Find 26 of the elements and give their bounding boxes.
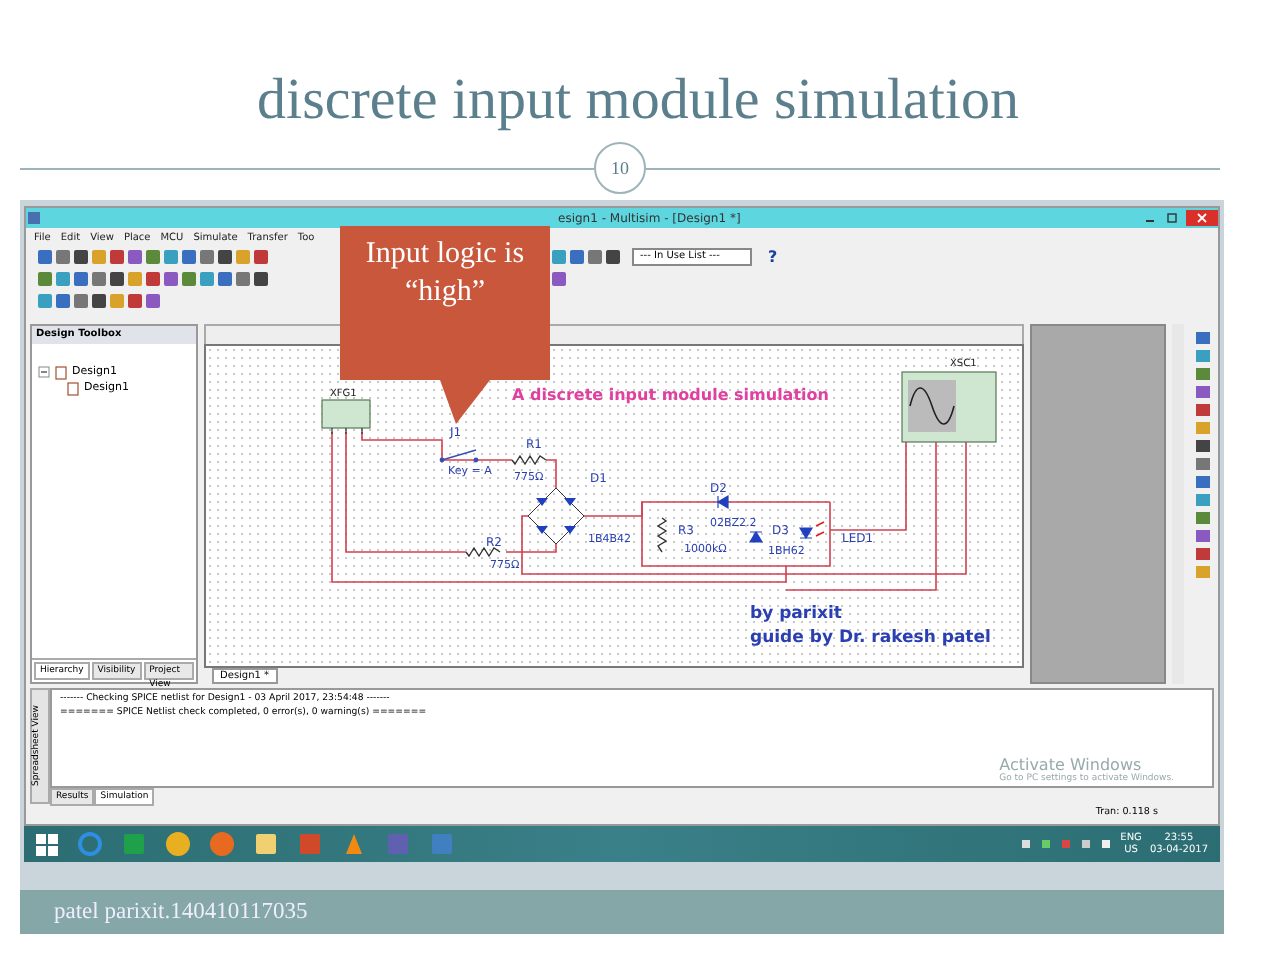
slide-footer: patel parixit.140410117035 xyxy=(20,890,1224,934)
credit-text: guide by Dr. rakesh patel xyxy=(750,628,991,648)
close-icon[interactable] xyxy=(1186,210,1218,226)
callout-text: Input logic is “high” xyxy=(363,236,527,312)
diode-symbol xyxy=(717,495,729,510)
page-number: 10 xyxy=(594,142,646,194)
activation-title: Activate Windows xyxy=(999,756,1142,774)
switch-symbol xyxy=(439,449,479,463)
credit-text: by parixit xyxy=(750,604,842,624)
bridge-rectifier-symbol xyxy=(527,487,585,545)
help-button[interactable]: ? xyxy=(768,248,778,266)
resistor-symbol xyxy=(656,517,668,553)
slide-title: discrete input module simulation xyxy=(255,66,1021,136)
app-icon xyxy=(26,210,42,226)
restore-icon[interactable] xyxy=(1164,212,1180,224)
ring-icon[interactable] xyxy=(78,832,102,856)
windows-logo-icon[interactable] xyxy=(36,833,58,855)
oscilloscope-symbol xyxy=(901,371,997,443)
diode-symbol xyxy=(749,531,764,543)
resistor-symbol xyxy=(465,546,501,558)
function-generator-symbol xyxy=(321,399,371,435)
collapse-icon[interactable] xyxy=(38,366,50,378)
resistor-symbol xyxy=(511,454,547,466)
schematic-title: A discrete input module simulation xyxy=(512,386,829,404)
cone-icon[interactable] xyxy=(342,832,366,856)
diode-symbol xyxy=(799,521,825,539)
